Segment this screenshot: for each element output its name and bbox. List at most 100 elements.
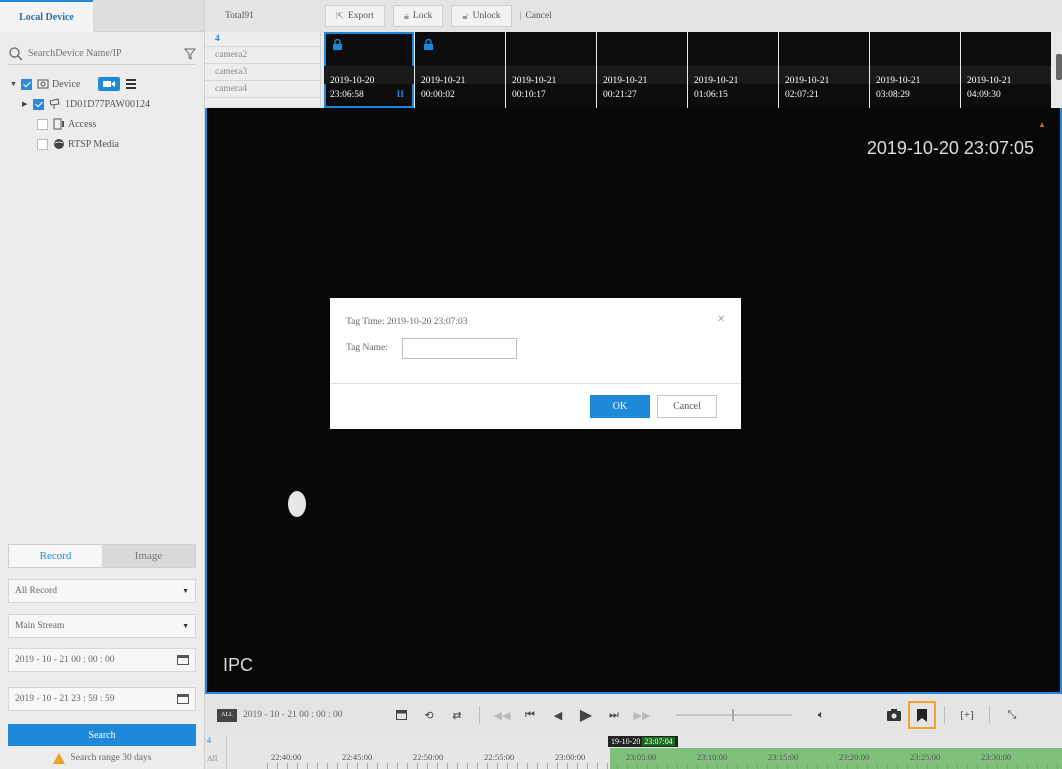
tree-item-device[interactable]: ▼ Device: [0, 74, 205, 94]
tree-item-rtsp[interactable]: RTSP Media: [0, 134, 205, 154]
search-input[interactable]: [28, 48, 168, 59]
calendar-icon[interactable]: [394, 708, 408, 722]
next-icon[interactable]: ⏭: [607, 708, 621, 722]
tree-label-rtsp: RTSP Media: [68, 138, 119, 150]
start-time-field[interactable]: 2019 - 10 - 21 00 : 00 : 00: [8, 648, 196, 672]
device-tree: ▼ Device ▶ 1D01D77PAW00124 Access RTSP M…: [0, 74, 205, 154]
cursor-date: 19-10-20: [611, 737, 641, 746]
export-button[interactable]: ⇱ Export: [325, 5, 385, 27]
tree-item-device-id[interactable]: ▶ 1D01D77PAW00124: [0, 94, 205, 114]
caret-right-icon[interactable]: ▶: [22, 100, 30, 108]
search-button[interactable]: Search: [8, 724, 196, 746]
pause-icon[interactable]: II: [397, 90, 404, 100]
record-image-tabs: Record Image: [8, 544, 196, 568]
thumbnail-date: 2019-10-21: [512, 76, 557, 86]
cancel-button[interactable]: Cancel: [657, 395, 717, 418]
list-view-button[interactable]: [126, 77, 140, 91]
record-type-value: All Record: [15, 586, 57, 596]
thumbnail-time: 23:06:58: [330, 90, 364, 100]
unlock-label: Unlock: [472, 11, 501, 21]
thumbnail[interactable]: 2019-10-21 00:21:27: [597, 32, 687, 108]
fullscreen-icon[interactable]: ⤡: [1005, 708, 1019, 722]
rtsp-checkbox[interactable]: [37, 138, 48, 150]
speed-slider[interactable]: [676, 709, 792, 721]
cancel-label: Cancel: [525, 11, 552, 21]
timeline[interactable]: 4 All 19-10-20 23:07:04 22:40:00 22:45:00…: [205, 736, 1062, 769]
lock-button[interactable]: 🔒︎ Lock: [392, 5, 444, 27]
stream-select[interactable]: Main Stream ▼: [8, 614, 196, 638]
thumbnail-time: 01:06:15: [694, 90, 728, 100]
tree-item-access[interactable]: Access: [0, 114, 205, 134]
sync-icon[interactable]: ⇄: [450, 708, 464, 722]
calendar-icon[interactable]: [177, 694, 189, 704]
calendar-icon[interactable]: [177, 655, 189, 665]
volume-icon[interactable]: 🔈︎: [814, 708, 828, 722]
play-icon[interactable]: ▶: [579, 707, 593, 724]
channel-number: 4: [205, 32, 320, 47]
dialog-footer: OK Cancel: [330, 383, 741, 429]
record-type-select[interactable]: All Record ▼: [8, 579, 196, 603]
caret-down-icon[interactable]: ▼: [10, 80, 18, 88]
thumbnail[interactable]: 2019-10-21 04:09:30: [961, 32, 1051, 108]
reverse-play-icon[interactable]: ◀: [551, 708, 565, 722]
unlock-icon: 🔓︎: [462, 11, 469, 22]
device-checkbox[interactable]: [21, 78, 32, 90]
file-toolbar: Total91 ⇱ Export 🔒︎ Lock 🔓︎ Unlock | Can…: [205, 0, 1062, 32]
tree-label-device: Device: [52, 78, 81, 90]
lock-icon: [424, 39, 433, 50]
thumbnail[interactable]: 2019-10-21 00:10:17: [506, 32, 596, 108]
stream-value: Main Stream: [15, 621, 65, 631]
camera-item[interactable]: camera4: [205, 81, 320, 98]
unlock-button[interactable]: 🔓︎ Unlock: [451, 5, 512, 27]
thumbnail-date: 2019-10-21: [421, 76, 466, 86]
timeline-cursor[interactable]: 19-10-20 23:07:04: [608, 736, 678, 747]
previous-icon[interactable]: ⏮: [523, 708, 537, 722]
ok-button[interactable]: OK: [590, 395, 650, 418]
export-icon: ⇱: [336, 11, 344, 22]
device-search: [8, 43, 196, 65]
camera-icon: [103, 81, 116, 87]
tab-image[interactable]: Image: [102, 545, 195, 567]
tab-local-device[interactable]: Local Device: [0, 0, 93, 32]
rewind-icon[interactable]: ⟲: [422, 708, 436, 722]
thumbnail[interactable]: 2019-10-21 02:07:21: [779, 32, 869, 108]
tree-label-access: Access: [68, 118, 97, 130]
cancel-button[interactable]: | Cancel: [520, 11, 552, 21]
thumbnail-scrollbar[interactable]: [1056, 54, 1062, 80]
thumbnail[interactable]: 2019-10-21 01:06:15: [688, 32, 778, 108]
thumbnail-time: 03:08:29: [876, 90, 910, 100]
thumbnail-time: 00:21:27: [603, 90, 637, 100]
tab-record[interactable]: Record: [9, 545, 102, 567]
end-time-field[interactable]: 2019 - 10 - 21 23 : 59 : 59: [8, 687, 196, 711]
all-channels-badge[interactable]: ALL: [217, 708, 237, 722]
playback-date[interactable]: 2019 - 10 - 21 00 : 00 : 00: [243, 710, 387, 720]
search-icon[interactable]: [8, 46, 24, 62]
fast-forward-icon[interactable]: ▶▶: [634, 708, 651, 722]
filter-icon[interactable]: [184, 48, 196, 60]
timeline-label: 22:50:00: [413, 752, 444, 762]
camera-item[interactable]: camera2: [205, 47, 320, 64]
fit-window-icon[interactable]: [+]: [960, 708, 974, 722]
camera-item[interactable]: camera3: [205, 64, 320, 81]
thumbnail[interactable]: 2019-10-20 23:06:58 II: [324, 32, 414, 108]
device-id-checkbox[interactable]: [33, 98, 44, 110]
thumbnail[interactable]: 2019-10-21 03:08:29: [870, 32, 960, 108]
video-view-button[interactable]: [98, 77, 121, 91]
device-tabs: Local Device: [0, 0, 204, 32]
thumbnail-strip: 2019-10-20 23:06:58 II 2019-10-21 00:00:02 20…: [324, 32, 1060, 108]
access-checkbox[interactable]: [37, 118, 48, 130]
timeline-channel-number: 4: [207, 736, 211, 745]
timeline-label: 23:10:00: [697, 752, 728, 762]
lock-icon: [333, 39, 342, 50]
close-icon[interactable]: ×: [717, 312, 725, 328]
tag-button[interactable]: [908, 701, 936, 729]
thumbnail[interactable]: 2019-10-21 00:00:02: [415, 32, 505, 108]
end-time-value: 2019 - 10 - 21 23 : 59 : 59: [15, 694, 115, 704]
fast-backward-icon[interactable]: ◀◀: [494, 708, 511, 722]
lock-label: Lock: [412, 11, 433, 21]
tag-name-input[interactable]: [402, 338, 517, 359]
search-range-note: Search range 30 days: [8, 750, 196, 766]
snapshot-icon[interactable]: [887, 708, 901, 722]
slider-handle[interactable]: [732, 709, 734, 721]
total-count: Total91: [225, 11, 254, 21]
